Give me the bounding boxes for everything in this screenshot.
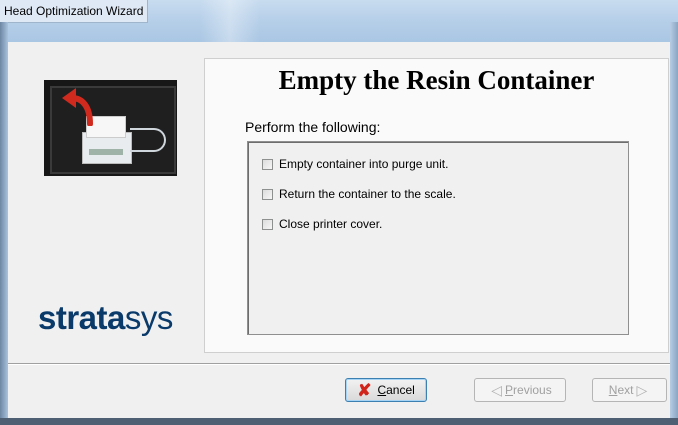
title-bar[interactable]: Head Optimization Wizard bbox=[0, 0, 678, 42]
arrow-left-icon: ◁ bbox=[491, 381, 503, 398]
step-panel: Empty the Resin Container Perform the fo… bbox=[204, 58, 669, 353]
window-frame-right bbox=[670, 22, 678, 425]
wizard-window: Head Optimization Wizard stratasys Empty… bbox=[0, 0, 678, 425]
step-label: Return the container to the scale. bbox=[279, 187, 456, 201]
stratasys-logo: stratasys bbox=[38, 299, 173, 336]
step-item[interactable]: Close printer cover. bbox=[262, 216, 382, 232]
step-label: Close printer cover. bbox=[279, 217, 383, 231]
step-item[interactable]: Return the container to the scale. bbox=[262, 186, 456, 202]
illustration-cable bbox=[130, 128, 166, 152]
window-title: Head Optimization Wizard bbox=[0, 0, 149, 23]
step-illustration bbox=[44, 80, 177, 176]
step-checkbox[interactable] bbox=[262, 158, 273, 170]
step-item[interactable]: Empty container into purge unit. bbox=[262, 156, 448, 172]
next-button-label: Next bbox=[608, 383, 634, 397]
button-separator bbox=[8, 363, 670, 365]
red-arrow-icon bbox=[62, 88, 93, 126]
next-button[interactable]: Next ▷ bbox=[592, 378, 667, 402]
x-icon: ✘ bbox=[357, 380, 372, 400]
step-label: Empty container into purge unit. bbox=[279, 157, 449, 171]
title-bar-glare bbox=[200, 0, 260, 42]
steps-checklist: Empty container into purge unit. Return … bbox=[247, 141, 629, 335]
cancel-button[interactable]: ✘ Cancel bbox=[345, 378, 427, 402]
arrow-right-icon: ▷ bbox=[636, 381, 648, 398]
page-title: Empty the Resin Container bbox=[278, 65, 595, 95]
instruction-text: Perform the following: bbox=[245, 119, 381, 135]
previous-button[interactable]: ◁ Previous bbox=[474, 378, 566, 402]
wizard-client-area: stratasys Empty the Resin Container Perf… bbox=[8, 42, 670, 418]
window-frame-bottom bbox=[0, 418, 678, 425]
cancel-button-label: Cancel bbox=[377, 383, 415, 397]
window-frame-left bbox=[0, 22, 8, 425]
step-checkbox[interactable] bbox=[262, 188, 273, 200]
previous-button-label: Previous bbox=[505, 383, 552, 397]
step-checkbox[interactable] bbox=[262, 218, 273, 230]
